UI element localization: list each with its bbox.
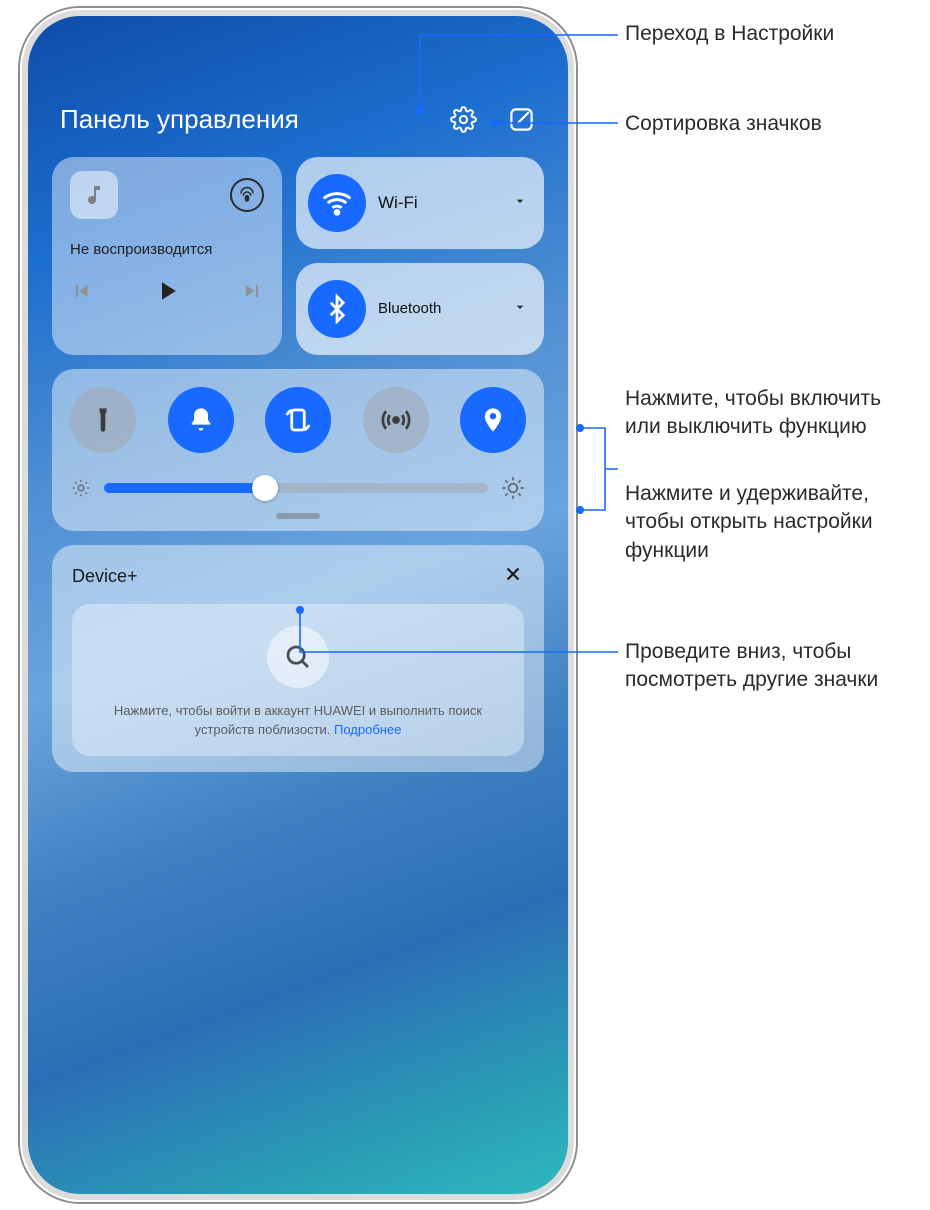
leader-lines [0,0,930,1210]
